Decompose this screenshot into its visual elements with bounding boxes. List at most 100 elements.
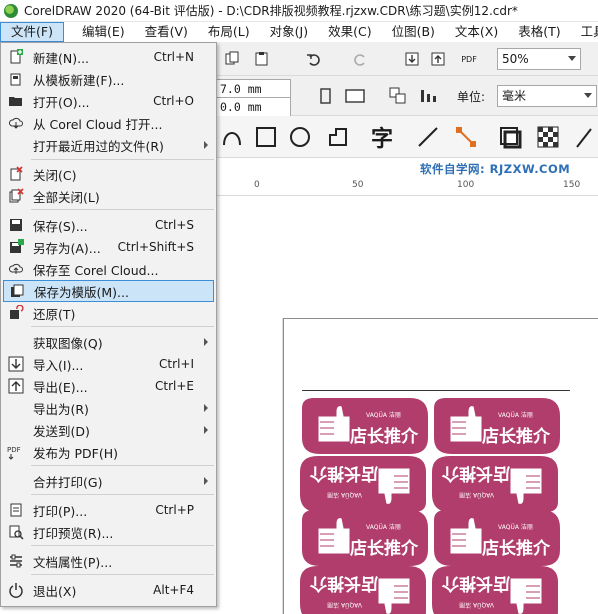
svg-text:PDF: PDF: [7, 446, 21, 454]
units-select[interactable]: 毫米: [497, 85, 597, 107]
eyedropper-tool-icon[interactable]: [573, 124, 595, 150]
sticker-artwork[interactable]: VAQÜA 洁丽 店长推介: [432, 398, 560, 454]
menu-bitmaps[interactable]: 位图(B): [382, 22, 445, 42]
lock-ratio-icon[interactable]: [317, 85, 335, 107]
sticker-text: 店长推介: [482, 427, 550, 447]
file-menu-item[interactable]: 新建(N)... Ctrl+N: [3, 46, 214, 68]
close-document-icon: [3, 163, 29, 185]
file-menu-item[interactable]: 关闭(C): [3, 163, 214, 185]
sticker-brand: VAQÜA 洁丽: [366, 412, 401, 419]
sticker-artwork[interactable]: VAQÜA 洁丽 店长推介: [300, 510, 428, 566]
all-pages-icon[interactable]: [387, 85, 409, 107]
print-icon: [3, 499, 29, 521]
file-menu-item[interactable]: 打印(P)... Ctrl+P: [3, 499, 214, 521]
file-menu-item[interactable]: 还原(T): [3, 302, 214, 324]
toolbox: 字: [215, 116, 598, 158]
menu-tools[interactable]: 工具: [571, 22, 598, 42]
file-menu-item[interactable]: 另存为(A)... Ctrl+Shift+S: [3, 236, 214, 258]
file-menu-item[interactable]: 全部关闭(L): [3, 185, 214, 207]
file-menu-item-label: 发送到(D): [33, 423, 90, 439]
line-tool-icon[interactable]: [415, 124, 441, 150]
open-folder-icon: [3, 90, 29, 112]
current-page-icon[interactable]: [417, 85, 439, 107]
menu-table[interactable]: 表格(T): [508, 22, 570, 42]
menu-icon-spacer: [3, 419, 29, 441]
ruler-tick-label: 50: [352, 180, 364, 190]
ellipse-tool-icon[interactable]: [287, 124, 313, 150]
sticker-artwork[interactable]: VAQÜA 洁丽 店长推介: [300, 566, 428, 614]
file-menu-item[interactable]: 获取图像(Q): [3, 331, 214, 353]
file-menu-item-label: 合并打印(G): [33, 474, 103, 490]
file-menu-item[interactable]: 文档属性(P)...: [3, 550, 214, 572]
file-menu-item-label: 从 Corel Cloud 打开...: [33, 116, 163, 132]
redo-icon[interactable]: [351, 50, 369, 68]
text-tool-icon[interactable]: 字: [367, 122, 397, 152]
exit-icon: [3, 579, 29, 601]
rectangle-tool-icon[interactable]: [253, 124, 279, 150]
file-menu-item[interactable]: 导出为(R): [3, 397, 214, 419]
sticker-text: 店长推介: [482, 539, 550, 559]
file-menu-item-shortcut: Ctrl+O: [153, 94, 194, 108]
landscape-page-icon[interactable]: [343, 85, 367, 107]
copy-icon[interactable]: [223, 50, 241, 68]
file-menu-item-label: 关闭(C): [33, 167, 77, 183]
width-field[interactable]: 7.0 mm: [215, 79, 291, 99]
file-menu-item[interactable]: 合并打印(G): [3, 470, 214, 492]
file-menu-item[interactable]: 从模板新建(F)...: [3, 68, 214, 90]
sticker-text: 店长推介: [442, 463, 510, 483]
ruler-tick-label: 100: [457, 180, 475, 190]
menu-object[interactable]: 对象(J): [260, 22, 318, 42]
units-label: 单位:: [457, 90, 486, 104]
connector-tool-icon[interactable]: [453, 124, 479, 150]
submenu-arrow-icon: [204, 477, 208, 485]
bezier-tool-icon[interactable]: [219, 124, 245, 150]
menu-text[interactable]: 文本(X): [445, 22, 508, 42]
undo-icon[interactable]: [305, 50, 323, 68]
file-menu-item[interactable]: PDF 发布为 PDF(H): [3, 441, 214, 463]
file-menu-item-shortcut: Ctrl+E: [155, 379, 194, 393]
standard-toolbar: PDF 50%: [215, 42, 598, 76]
drop-shadow-tool-icon[interactable]: [497, 124, 523, 150]
file-menu-item[interactable]: 导入(I)... Ctrl+I: [3, 353, 214, 375]
file-menu-item[interactable]: 保存至 Corel Cloud...: [3, 258, 214, 280]
paste-icon[interactable]: [253, 50, 271, 68]
pdf-toolbar-icon[interactable]: PDF: [459, 49, 479, 69]
transparency-tool-icon[interactable]: [535, 124, 561, 150]
file-menu-item-shortcut: Ctrl+P: [155, 503, 194, 517]
menu-view[interactable]: 查看(V): [135, 22, 198, 42]
file-menu-item[interactable]: 发送到(D): [3, 419, 214, 441]
menu-icon-spacer: [3, 134, 29, 156]
menu-effects[interactable]: 效果(C): [318, 22, 381, 42]
import-toolbar-icon[interactable]: [403, 50, 421, 68]
file-menu-item[interactable]: 打开最近用过的文件(R): [3, 134, 214, 156]
sticker-artwork[interactable]: VAQÜA 洁丽 店长推介: [432, 456, 560, 512]
sticker-artwork[interactable]: VAQÜA 洁丽 店长推介: [300, 456, 428, 512]
menu-icon-spacer: [3, 397, 29, 419]
sticker-text: 店长推介: [350, 427, 418, 447]
sticker-artwork[interactable]: VAQÜA 洁丽 店长推介: [432, 566, 560, 614]
zoom-level-select[interactable]: 50%: [497, 48, 581, 70]
file-menu-item-label: 发布为 PDF(H): [33, 445, 118, 461]
sticker-brand: VAQÜA 洁丽: [366, 524, 401, 531]
file-menu-item[interactable]: 打开(O)... Ctrl+O: [3, 90, 214, 112]
sticker-brand: VAQÜA 洁丽: [459, 491, 494, 498]
file-menu-item[interactable]: 保存(S)... Ctrl+S: [3, 214, 214, 236]
file-menu-item-label: 还原(T): [33, 306, 76, 322]
file-menu-item[interactable]: 退出(X) Alt+F4: [3, 579, 214, 601]
menu-edit[interactable]: 编辑(E): [72, 22, 135, 42]
sticker-brand: VAQÜA 洁丽: [459, 601, 494, 608]
polygon-tool-icon[interactable]: [325, 124, 351, 150]
sticker-artwork[interactable]: VAQÜA 洁丽店长推介: [300, 398, 428, 454]
file-menu-item[interactable]: 打印预览(R)...: [3, 521, 214, 543]
menu-file[interactable]: 文件(F): [0, 22, 64, 42]
cloud-download-icon: [3, 112, 29, 134]
file-menu-item-label: 文档属性(P)...: [33, 554, 113, 570]
sticker-artwork[interactable]: VAQÜA 洁丽 店长推介: [432, 510, 560, 566]
file-menu-item[interactable]: 从 Corel Cloud 打开...: [3, 112, 214, 134]
height-field[interactable]: 0.0 mm: [215, 97, 291, 117]
menu-layout[interactable]: 布局(L): [198, 22, 260, 42]
export-toolbar-icon[interactable]: [429, 50, 447, 68]
file-menu-item[interactable]: 保存为模版(M)...: [3, 280, 214, 302]
file-menu-item[interactable]: 导出(E)... Ctrl+E: [3, 375, 214, 397]
dimension-line[interactable]: [302, 390, 570, 391]
